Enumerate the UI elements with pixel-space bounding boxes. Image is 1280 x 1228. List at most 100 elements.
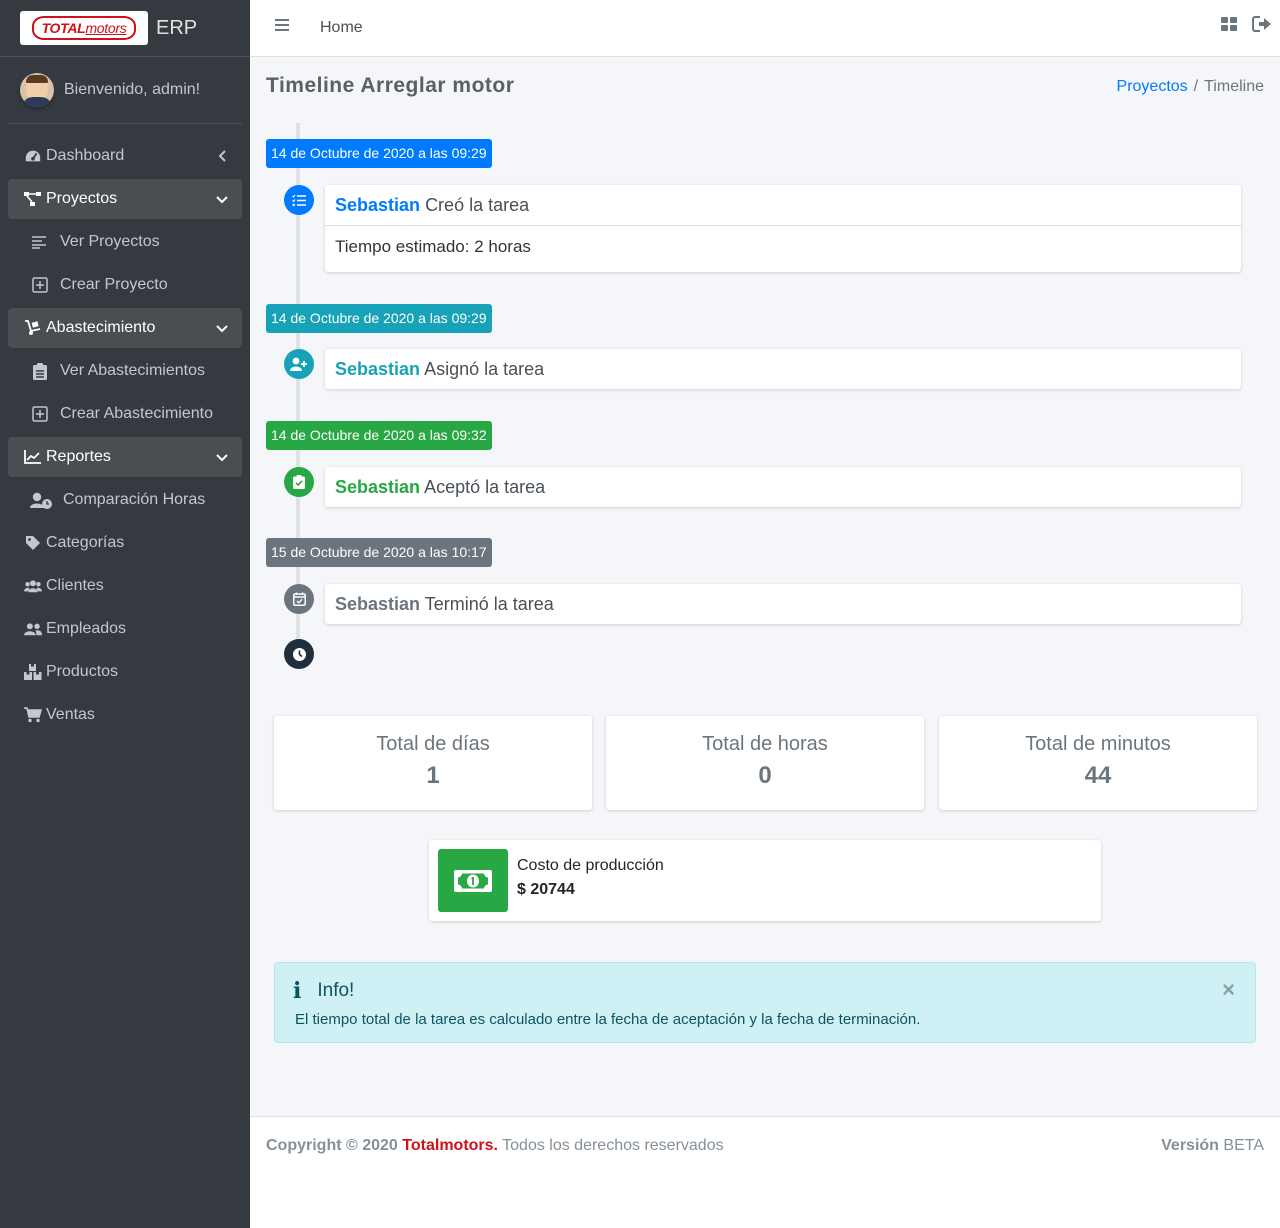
grid-icon[interactable] <box>1220 15 1238 38</box>
user-panel[interactable]: Bienvenido, admin! <box>8 57 242 124</box>
sidebar-item-ver-abastecimientos[interactable]: Ver Abastecimientos <box>8 351 242 391</box>
sidebar-item-label: Crear Abastecimiento <box>60 405 213 422</box>
breadcrumb-proyectos-link[interactable]: Proyectos <box>1117 78 1188 95</box>
breadcrumb-separator: / <box>1193 78 1199 95</box>
cost-label: Costo de producción <box>517 857 664 874</box>
timeline-user[interactable]: Sebastian <box>335 359 420 379</box>
version-value: BETA <box>1223 1137 1264 1154</box>
sidebar-item-label: Ventas <box>46 706 95 723</box>
brand-text: ERP <box>156 16 198 39</box>
info-icon: i <box>293 978 302 1004</box>
stat-value: 1 <box>426 762 440 789</box>
timeline-date-label: 14 de Octubre de 2020 a las 09:29 <box>266 304 492 333</box>
chevron-down-icon <box>216 321 228 339</box>
tasks-icon <box>284 185 314 215</box>
clipboard-list-icon <box>30 362 50 380</box>
sidebar-item-label: Ver Proyectos <box>60 233 160 250</box>
chart-line-icon <box>24 450 42 464</box>
copyright-text: Copyright © 2020 <box>266 1137 398 1154</box>
timeline-user[interactable]: Sebastian <box>335 195 420 215</box>
stat-label: Total de horas <box>702 733 828 755</box>
brand-logo: TOTALmotors <box>20 11 148 45</box>
stat-value: 44 <box>1084 762 1112 789</box>
footer-rights: Todos los derechos reservados <box>502 1137 724 1154</box>
chevron-down-icon <box>216 192 228 210</box>
sidebar-item-label: Crear Proyecto <box>60 276 168 293</box>
clock-icon <box>284 639 314 669</box>
sidebar-item-productos[interactable]: Productos <box>8 652 242 692</box>
sidebar-item-label: Dashboard <box>46 147 125 164</box>
timeline-date-label: 14 de Octubre de 2020 a las 09:29 <box>266 139 492 168</box>
alert-text: El tiempo total de la tarea es calculado… <box>295 1011 921 1028</box>
user-clock-icon <box>30 492 53 509</box>
sidebar-item-ventas[interactable]: Ventas <box>8 695 242 735</box>
sidebar-item-label: Clientes <box>46 577 104 594</box>
sidebar-item-ver-proyectos[interactable]: Ver Proyectos <box>8 222 242 262</box>
timeline-header: Sebastian Terminó la tarea <box>325 584 1241 624</box>
sign-out-icon[interactable] <box>1252 15 1272 38</box>
chevron-left-icon <box>218 149 228 167</box>
chevron-down-icon <box>216 450 228 468</box>
timeline-date-label: 15 de Octubre de 2020 a las 10:17 <box>266 538 492 567</box>
user-friends-icon <box>24 622 42 636</box>
close-button[interactable]: × <box>1222 977 1235 1003</box>
timeline-item: Sebastian Terminó la tarea <box>325 584 1241 624</box>
timeline-action: Terminó la tarea <box>424 594 554 614</box>
shopping-cart-icon <box>24 707 42 723</box>
timeline-user[interactable]: Sebastian <box>335 477 420 497</box>
sidebar: TOTALmotors ERP Bienvenido, admin! Dashb… <box>0 0 250 1228</box>
user-welcome: Bienvenido, admin! <box>64 81 201 98</box>
top-navbar: Home <box>250 0 1280 57</box>
sidebar-item-label: Abastecimiento <box>46 319 156 336</box>
timeline-date-label: 14 de Octubre de 2020 a las 09:32 <box>266 421 492 450</box>
sidebar-item-label: Reportes <box>46 448 111 465</box>
version-label: Versión <box>1161 1137 1219 1154</box>
calendar-check-icon <box>284 584 314 614</box>
footer-copyright: Copyright © 2020 Totalmotors. Todos los … <box>266 1137 724 1155</box>
sidebar-item-label: Productos <box>46 663 119 680</box>
sidebar-item-categorias[interactable]: Categorías <box>8 523 242 563</box>
avatar <box>20 73 54 107</box>
sidebar-item-empleados[interactable]: Empleados <box>8 609 242 649</box>
sidebar-item-label: Empleados <box>46 620 127 637</box>
home-link[interactable]: Home <box>320 19 363 37</box>
clipboard-check-icon <box>284 467 314 497</box>
sidebar-item-crear-abastecimiento[interactable]: Crear Abastecimiento <box>8 394 242 434</box>
cost-info-box: Costo de producción $ 20744 <box>429 840 1101 921</box>
money-bill-icon <box>438 849 508 912</box>
timeline-item: Sebastian Asignó la tarea <box>325 349 1241 389</box>
sidebar-nav: Dashboard Proyectos Ver Proyectos Crear … <box>0 124 250 735</box>
plus-square-icon <box>30 406 50 422</box>
breadcrumb: Proyectos / Timeline <box>1117 78 1264 96</box>
plus-square-icon <box>30 277 50 293</box>
user-plus-icon <box>284 349 314 379</box>
stat-label: Total de minutos <box>1025 733 1171 755</box>
timeline-action: Creó la tarea <box>425 195 530 215</box>
timeline-action: Asignó la tarea <box>424 359 545 379</box>
sidebar-item-reportes[interactable]: Reportes <box>8 437 242 477</box>
sidebar-item-abastecimiento[interactable]: Abastecimiento <box>8 308 242 348</box>
timeline-header: Sebastian Asignó la tarea <box>325 349 1241 389</box>
timeline-item: Sebastian Aceptó la tarea <box>325 467 1241 507</box>
sidebar-item-label: Ver Abastecimientos <box>60 362 205 379</box>
timeline-user[interactable]: Sebastian <box>335 594 420 614</box>
dolly-icon <box>24 320 42 336</box>
alert-title: i Info! <box>293 978 354 1004</box>
breadcrumb-current: Timeline <box>1204 78 1264 95</box>
sidebar-item-proyectos[interactable]: Proyectos <box>8 179 242 219</box>
project-diagram-icon <box>24 191 42 207</box>
sidebar-item-clientes[interactable]: Clientes <box>8 566 242 606</box>
timeline-item: Sebastian Creó la tarea Tiempo estimado:… <box>325 185 1241 272</box>
hamburger-menu-icon[interactable] <box>274 18 290 37</box>
sidebar-item-crear-proyecto[interactable]: Crear Proyecto <box>8 265 242 305</box>
footer-brand-link[interactable]: Totalmotors. <box>402 1137 498 1154</box>
info-alert: i Info! El tiempo total de la tarea es c… <box>274 962 1256 1043</box>
brand-link[interactable]: TOTALmotors ERP <box>0 0 250 57</box>
stat-total-minutos: Total de minutos 44 <box>939 716 1257 810</box>
sidebar-item-dashboard[interactable]: Dashboard <box>8 136 242 176</box>
tag-icon <box>24 535 42 551</box>
boxes-icon <box>24 664 42 680</box>
timeline-body: Tiempo estimado: 2 horas <box>325 225 1241 272</box>
sidebar-item-comparacion-horas[interactable]: Comparación Horas <box>8 480 242 520</box>
stat-value: 0 <box>758 762 772 789</box>
